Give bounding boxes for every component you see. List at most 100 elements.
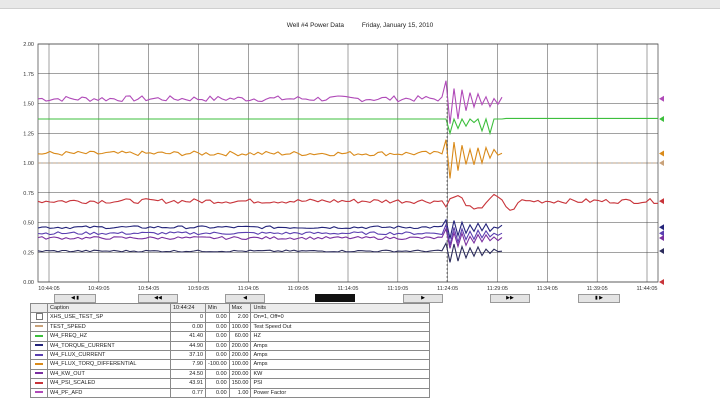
series-end-marker[interactable] [659,150,664,157]
legend-min: 0.00 [205,312,230,323]
legend-value: 0.00 [170,321,206,333]
chart-date: Friday, January 15, 2010 [361,22,434,29]
y-tick-label: 0.75 [23,191,34,197]
legend-header-min: Min [205,302,230,314]
legend-units: Amps [250,359,431,370]
series-end-marker[interactable] [659,279,664,285]
legend-min: 0.00 [205,331,230,342]
legend-value: 44.90 [170,340,206,352]
x-tick-label: 10:49:05 [88,286,109,292]
series-end-marker[interactable] [659,248,664,255]
series-end-markers [659,95,664,285]
y-tick-label: 1.25 [23,131,34,137]
legend-caption: W4_PSI_SCALED [47,378,171,389]
chart-title-text: Well #4 Power Data [286,22,345,29]
trend-chart[interactable]: 0.00 0.25 0.50 0.75 1.00 1.25 1.50 1.75 2.00 10:… [0,36,720,298]
legend-units: Amps [250,350,431,361]
legend-row[interactable]: W4_FLUX_CURRENT 37.10 0.00 200.00 Amps [30,350,431,361]
series-color-swatch [35,325,43,328]
legend-swatch [30,359,48,370]
y-axis-ticks: 0.00 0.25 0.50 0.75 1.00 1.25 1.50 1.75 2.00 [23,42,34,286]
y-tick-label: 1.75 [23,72,34,78]
legend-swatch [30,331,48,342]
legend-row[interactable]: W4_FLUX_TORQ_DIFFERENTIAL 7.90 -100.00 100.… [30,359,431,370]
legend-units: PSI [250,378,431,389]
legend-row[interactable]: TEST_SPEED 0.00 0.00 100.00 Test Speed Out [30,321,431,333]
legend-value: 24.50 [170,368,206,380]
legend-swatch [30,350,48,361]
nav-first-button[interactable]: ◀ ▮ [54,294,96,303]
nav-forward-button[interactable]: ▶ [403,294,443,303]
x-tick-label: 10:59:05 [188,286,209,292]
legend-min: 0.00 [205,368,230,380]
legend-min: -100.00 [205,359,230,370]
x-tick-label: 10:44:05 [38,286,59,292]
legend-max: 1.00 [228,387,252,399]
y-tick-label: 0.25 [23,250,34,256]
nav-last-button[interactable]: ▮ ▶ [578,294,620,303]
legend-max: 200.00 [228,340,252,352]
legend-max: 200.00 [228,350,252,361]
legend-swatch [30,387,48,399]
legend-header-row: Caption 10:44:24 Min Max Units [30,302,431,314]
legend-min: 0.00 [205,378,230,389]
y-tick-label: 0.00 [23,280,34,286]
x-tick-label: 10:54:05 [138,286,159,292]
legend-row[interactable]: W4_KW_OUT 24.50 0.00 200.00 KW [30,368,431,380]
legend-units: On=1, Off=0 [250,312,431,323]
legend-units: Amps [250,340,431,352]
x-axis-ticks: 10:44:05 10:49:05 10:54:05 10:59:05 11:04:05… [38,286,657,292]
series-end-marker[interactable] [659,115,664,122]
series-end-marker[interactable] [659,224,664,231]
legend-value: 43.91 [170,378,206,389]
legend-row[interactable]: W4_PF_AFD 0.77 0.00 1.00 Power Factor [30,387,431,399]
nav-back-button[interactable]: ◀ [225,294,265,303]
legend-max: 100.00 [228,321,252,333]
series-color-swatch [35,362,43,365]
legend-header-swatch [30,302,48,314]
legend-row[interactable]: W4_TORQUE_CURRENT 44.90 0.00 200.00 Amps [30,340,431,352]
legend-max: 150.00 [228,378,252,389]
x-tick-label: 11:44:05 [636,286,657,292]
legend-row[interactable]: XHS_USE_TEST_SP 0 0.00 2.00 On=1, Off=0 [30,312,431,323]
x-tick-label: 11:29:05 [487,286,508,292]
checkbox-icon [35,313,43,321]
legend-max: 100.00 [228,359,252,370]
time-scroll-thumb[interactable] [315,294,355,302]
legend-swatch [30,312,48,323]
x-tick-label: 11:14:05 [337,286,358,292]
legend-header-caption: Caption [47,302,171,314]
legend-caption: XHS_USE_TEST_SP [47,312,171,323]
nav-page-back-button[interactable]: ◀◀ [138,294,178,303]
legend-header-units: Units [250,302,431,314]
series-color-swatch [35,353,43,356]
y-tick-label: 2.00 [23,42,34,48]
x-tick-label: 11:04:05 [238,286,259,292]
x-tick-label: 11:34:05 [537,286,558,292]
chart-title: Well #4 Power Data Friday, January 15, 2… [0,22,720,29]
legend-min: 0.00 [205,340,230,352]
y-tick-label: 1.00 [23,161,34,167]
legend-row[interactable]: W4_PSI_SCALED 43.91 0.00 150.00 PSI [30,378,431,389]
legend-value: 37.10 [170,350,206,361]
legend-max: 60.00 [228,331,252,342]
legend-max: 2.00 [228,312,252,323]
legend-row[interactable]: W4_FREQ_HZ 41.40 0.00 60.00 HZ [30,331,431,342]
x-tick-label: 11:19:05 [387,286,408,292]
legend-units: Power Factor [250,387,431,399]
series-end-marker[interactable] [659,234,664,241]
legend-units: Test Speed Out [250,321,431,333]
series-end-marker[interactable] [659,160,664,166]
legend-swatch [30,378,48,389]
series-color-swatch [35,391,43,394]
series-end-marker[interactable] [659,230,664,237]
legend-caption: W4_KW_OUT [47,368,171,380]
x-tick-label: 11:39:05 [587,286,608,292]
series-end-marker[interactable] [659,95,664,102]
nav-page-forward-button[interactable]: ▶▶ [490,294,530,303]
legend-min: 0.00 [205,350,230,361]
legend-units: KW [250,368,431,380]
legend-caption: W4_FREQ_HZ [47,331,171,342]
series-end-marker[interactable] [659,198,664,205]
legend-table: Caption 10:44:24 Min Max Units XHS_USE_T… [30,302,431,399]
